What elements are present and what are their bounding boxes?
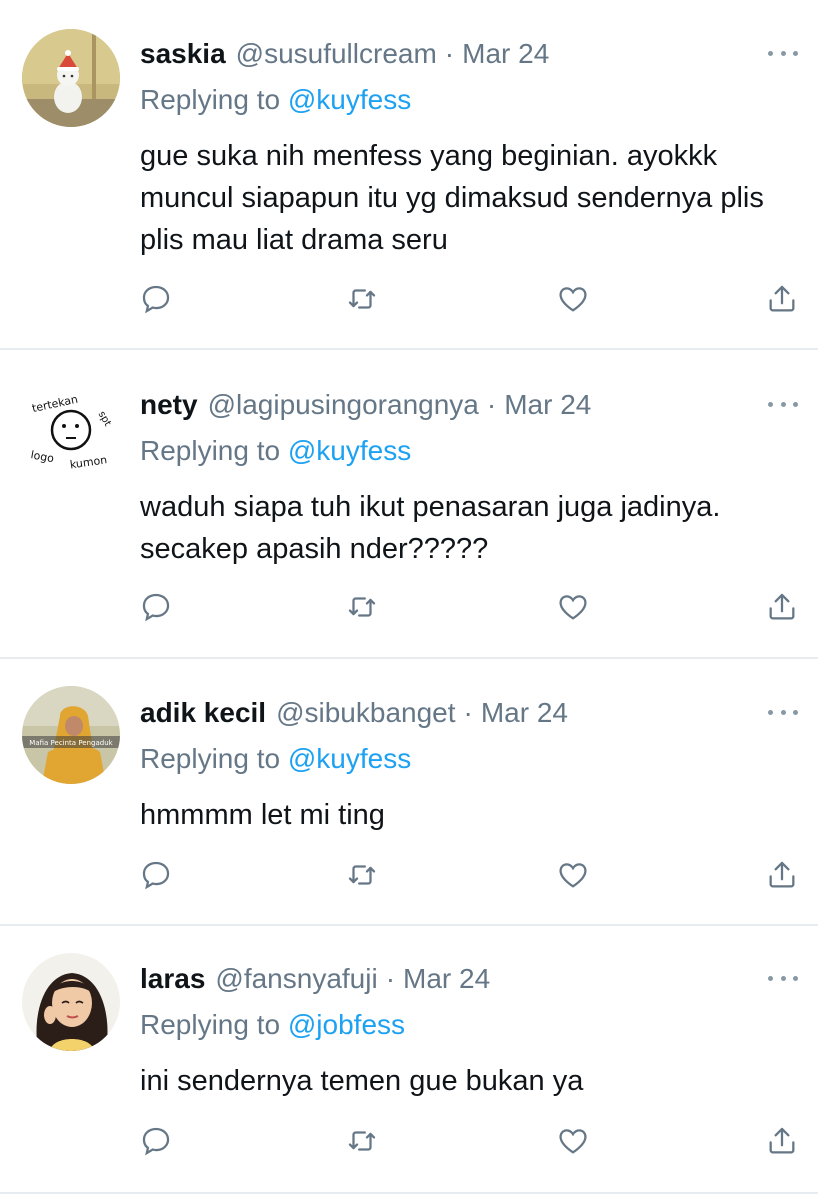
tweet-card[interactable]: Mafia Pecinta Pengaduk adik kecil @sibuk… [0,659,818,926]
more-dots-icon[interactable] [768,707,798,717]
heart-icon[interactable] [553,1121,593,1161]
avatar[interactable] [22,29,120,127]
reply-icon[interactable] [136,855,176,895]
user-handle[interactable]: @lagipusingorangnya [208,387,479,423]
replying-to-label: Replying to [140,743,281,774]
tweet-date[interactable]: Mar 24 [462,36,549,72]
heart-icon[interactable] [553,587,593,627]
tweet-card[interactable]: saskia @susufullcream · Mar 24 Replying … [0,0,818,350]
replying-to-label: Replying to [140,435,281,466]
avatar[interactable] [22,953,120,1051]
tweet-actions [136,587,804,627]
tweet-text: ini sendernya temen gue bukan ya [140,1065,584,1097]
replying-to: Replying to @kuyfess [140,741,411,777]
share-icon[interactable] [762,855,802,895]
tweet-card[interactable]: laras @fansnyafuji · Mar 24 Replying to … [0,926,818,1194]
reply-icon[interactable] [136,279,176,319]
replying-to-handle[interactable]: @kuyfess [288,743,411,774]
reply-icon[interactable] [136,587,176,627]
share-icon[interactable] [762,1121,802,1161]
tweet-actions [136,855,804,895]
retweet-icon[interactable] [342,587,382,627]
tweet-date[interactable]: Mar 24 [481,695,568,731]
display-name[interactable]: nety [140,387,198,423]
replying-to: Replying to @kuyfess [140,82,411,118]
tweet-header: nety @lagipusingorangnya · Mar 24 [140,387,591,423]
display-name[interactable]: laras [140,961,205,997]
more-dots-icon[interactable] [768,399,798,409]
retweet-icon[interactable] [342,1121,382,1161]
tweet-header: laras @fansnyafuji · Mar 24 [140,961,490,997]
retweet-icon[interactable] [342,855,382,895]
tweet-text: hmmmm let mi ting [140,799,385,831]
replying-to-handle[interactable]: @jobfess [288,1009,405,1040]
replying-to: Replying to @jobfess [140,1007,405,1043]
reply-icon[interactable] [136,1121,176,1161]
tweet-actions [136,1121,804,1161]
tweet-header: saskia @susufullcream · Mar 24 [140,36,549,72]
replying-to: Replying to @kuyfess [140,433,411,469]
tweet-text: waduh siapa tuh ikut penasaran juga jadi… [140,491,721,565]
replying-to-handle[interactable]: @kuyfess [288,435,411,466]
cartoon-girl-avatar-image [22,953,120,1051]
girl-hijab-avatar-image: Mafia Pecinta Pengaduk [22,686,120,784]
display-name[interactable]: saskia [140,36,226,72]
user-handle[interactable]: @susufullcream [236,36,437,72]
separator: · [444,38,455,69]
avatar[interactable]: Mafia Pecinta Pengaduk [22,686,120,784]
display-name[interactable]: adik kecil [140,695,266,731]
tweet-text: gue suka nih menfess yang beginian. ayok… [140,140,764,256]
tweet-card[interactable]: tertekan spt logo kumon nety @lagipusing… [0,350,818,659]
replying-to-label: Replying to [140,1009,281,1040]
user-handle[interactable]: @fansnyafuji [215,961,377,997]
share-icon[interactable] [762,587,802,627]
share-icon[interactable] [762,279,802,319]
separator: · [385,963,396,994]
heart-icon[interactable] [553,279,593,319]
heart-icon[interactable] [553,855,593,895]
tweet-actions [136,279,804,319]
retweet-icon[interactable] [342,279,382,319]
tweet-header: adik kecil @sibukbanget · Mar 24 [140,695,568,731]
separator: · [486,389,497,420]
avatar-text: Mafia Pecinta Pengaduk [29,739,113,747]
separator: · [463,697,473,728]
tweet-date[interactable]: Mar 24 [403,961,490,997]
tweet-date[interactable]: Mar 24 [504,387,591,423]
avatar-text: logo [30,448,56,465]
drawn-face-avatar-image: tertekan spt logo kumon [22,380,120,478]
more-dots-icon[interactable] [768,973,798,983]
replying-to-label: Replying to [140,84,281,115]
more-dots-icon[interactable] [768,48,798,58]
avatar[interactable]: tertekan spt logo kumon [22,380,120,478]
replying-to-handle[interactable]: @kuyfess [288,84,411,115]
cat-avatar-image [22,29,120,127]
user-handle[interactable]: @sibukbanget [276,695,455,731]
